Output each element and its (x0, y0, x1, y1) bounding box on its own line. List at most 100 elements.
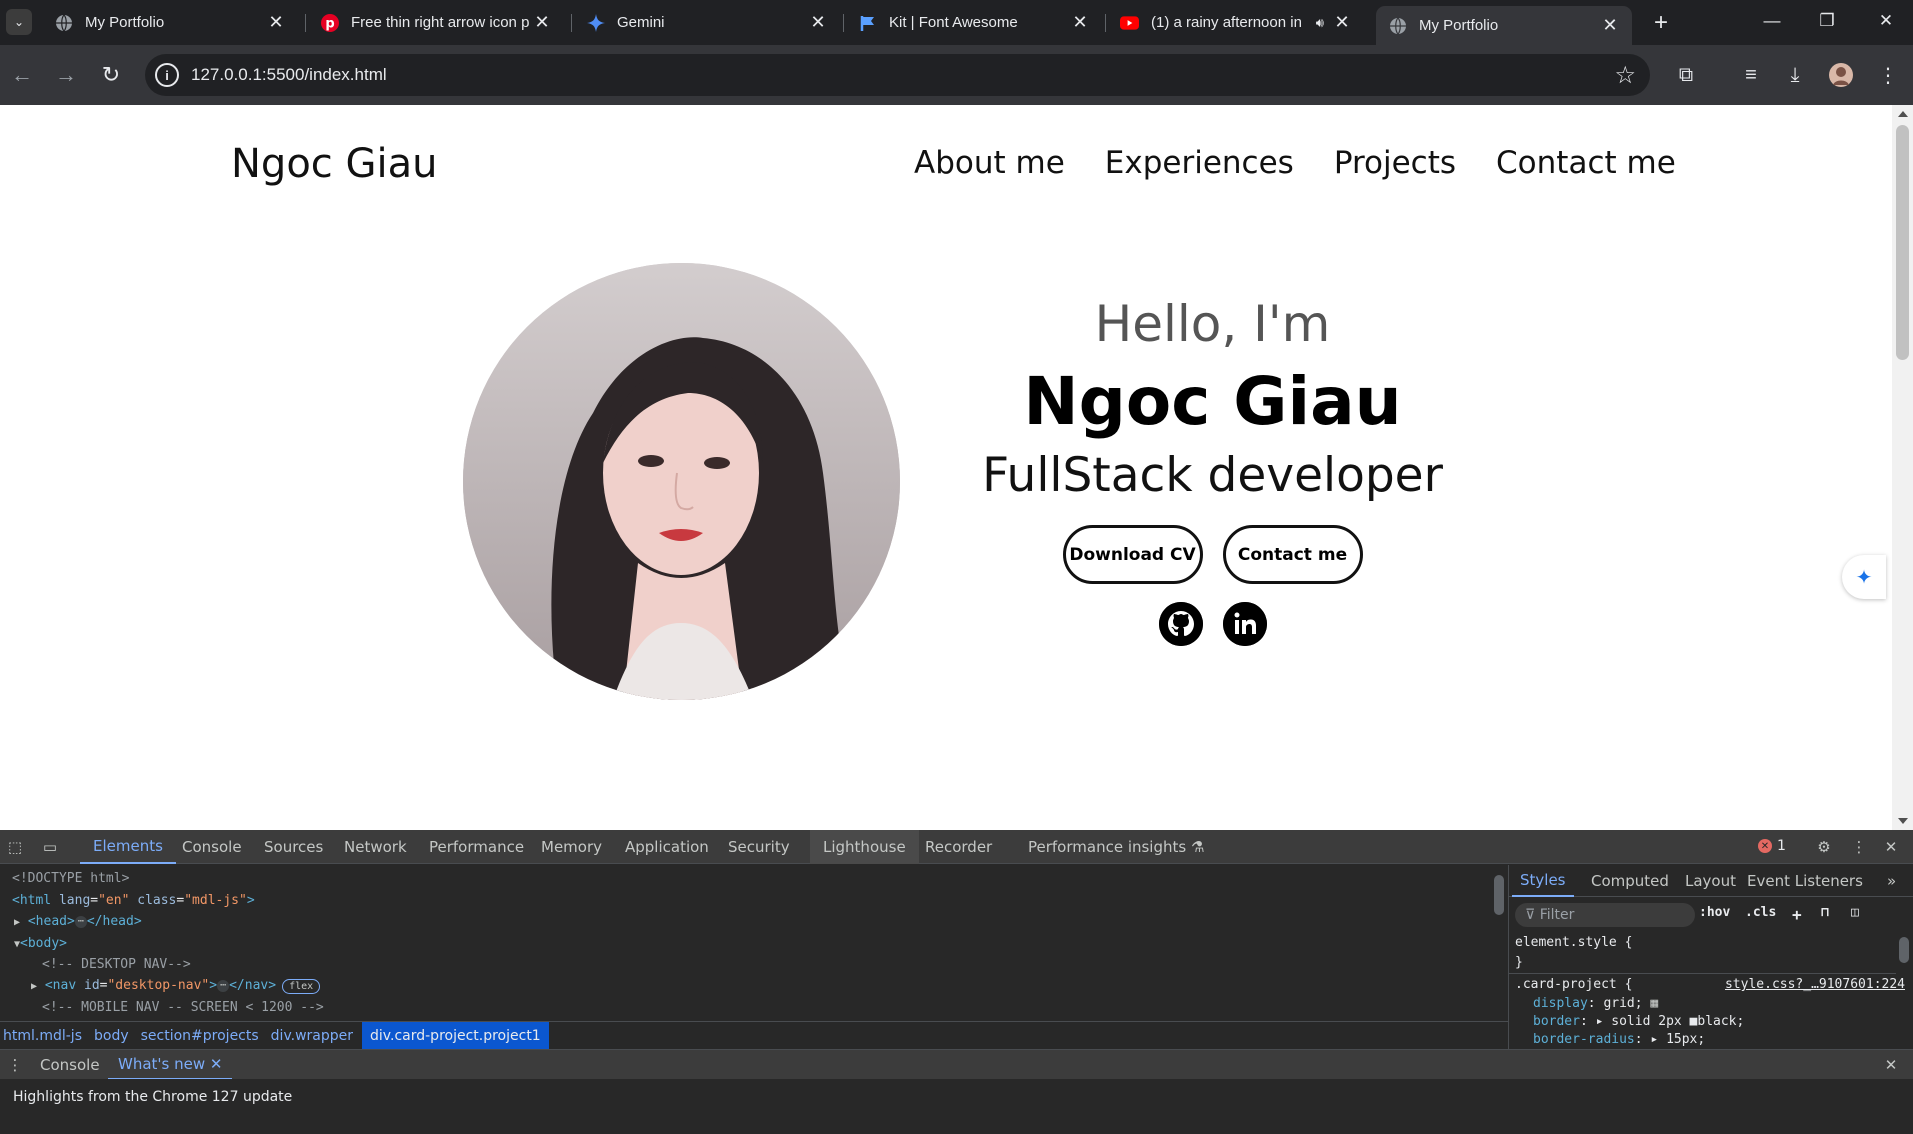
new-tab-button[interactable]: + (1646, 8, 1676, 38)
nav-link-about[interactable]: About me (914, 145, 1065, 181)
css-selector[interactable]: .card-project { (1515, 977, 1632, 992)
close-tab-icon[interactable]: ✕ (266, 12, 286, 33)
hov-toggle[interactable]: :hov (1699, 905, 1730, 920)
dom-node-body[interactable]: ▼<body> (14, 936, 67, 951)
tab-elements[interactable]: Elements (80, 830, 176, 864)
more-tabs-icon[interactable]: » (1879, 865, 1904, 897)
url-text[interactable]: 127.0.0.1:5500/index.html (191, 65, 387, 85)
close-tab-icon[interactable]: ✕ (1332, 12, 1352, 33)
page-scrollbar[interactable] (1892, 105, 1913, 830)
tab-my-portfolio-1[interactable]: My Portfolio ✕ (42, 6, 298, 39)
devtools-tabbar: ⬚ ▭ Elements Console Sources Network Per… (0, 830, 1913, 864)
nav-link-contact[interactable]: Contact me (1496, 145, 1676, 181)
crumb-wrapper[interactable]: div.wrapper (268, 1022, 362, 1050)
cls-toggle[interactable]: .cls (1745, 905, 1776, 920)
tab-youtube[interactable]: (1) a rainy afternoon in 🔊︎ ✕ (1108, 6, 1364, 39)
forward-button[interactable]: → (50, 59, 82, 91)
restore-button[interactable]: ❐ (1807, 6, 1847, 36)
css-rule-display[interactable]: display: grid; ▦ (1533, 996, 1658, 1011)
tab-lighthouse[interactable]: Lighthouse (810, 830, 919, 864)
crumb-card-project[interactable]: div.card-project.project1 (362, 1021, 549, 1050)
grid-editor-icon[interactable]: ▦ (1650, 996, 1658, 1011)
nav-link-experiences[interactable]: Experiences (1105, 145, 1294, 181)
download-cv-button[interactable]: Download CV (1062, 525, 1203, 584)
css-rule-border-radius[interactable]: border-radius: ▸ 15px; (1533, 1032, 1705, 1047)
dom-comment-desktop[interactable]: <!-- DESKTOP NAV--> (42, 957, 191, 972)
tab-styles[interactable]: Styles (1512, 865, 1574, 897)
info-icon[interactable]: i (155, 63, 179, 87)
tab-application[interactable]: Application (612, 830, 722, 864)
floating-extension-button[interactable]: ✦ (1842, 555, 1886, 599)
bookmark-star-icon[interactable]: ☆ (1614, 61, 1636, 90)
drawer-tab-whats-new[interactable]: What's new ✕ (108, 1050, 233, 1080)
tab-recorder[interactable]: Recorder (912, 830, 1005, 864)
close-icon[interactable]: ✕ (210, 1055, 223, 1073)
tab-search-button[interactable]: ⌄ (6, 9, 32, 35)
nav-link-projects[interactable]: Projects (1334, 145, 1456, 181)
tab-network[interactable]: Network (331, 830, 420, 864)
close-tab-icon[interactable]: ✕ (532, 12, 552, 33)
settings-gear-icon[interactable]: ⚙ (1814, 837, 1834, 857)
address-bar[interactable]: i 127.0.0.1:5500/index.html ☆ (145, 54, 1650, 96)
paint-icon[interactable]: ⊓ (1821, 905, 1829, 920)
device-toolbar-icon[interactable]: ▭ (40, 837, 60, 857)
close-tab-icon[interactable]: ✕ (1070, 12, 1090, 33)
tab-console[interactable]: Console (169, 830, 255, 864)
site-logo[interactable]: Ngoc Giau (231, 141, 437, 187)
devtools-menu-icon[interactable]: ⋮ (1849, 837, 1869, 857)
downloads-button[interactable]: ⤓ (1779, 59, 1811, 91)
flex-badge[interactable]: flex (282, 979, 321, 994)
close-tab-icon[interactable]: ✕ (1600, 15, 1620, 36)
dom-comment-mobile[interactable]: <!-- MOBILE NAV -- SCREEN < 1200 --> (42, 1000, 324, 1015)
tab-security[interactable]: Security (715, 830, 803, 864)
close-drawer-icon[interactable]: ✕ (1881, 1055, 1901, 1075)
dom-node-head[interactable]: ▶ <head> ⋯ </head> (14, 914, 142, 929)
dom-node-html[interactable]: <html lang="en" class="mdl-js"> (12, 893, 255, 908)
reload-button[interactable]: ↻ (95, 59, 127, 91)
media-controls-button[interactable]: ≡ (1735, 59, 1767, 91)
tab-event-listeners[interactable]: Event Listeners (1739, 865, 1871, 897)
close-window-button[interactable]: ✕ (1866, 6, 1906, 36)
tab-performance-insights[interactable]: Performance insights ⚗ (1015, 830, 1217, 864)
speaker-icon[interactable]: 🔊︎ (1316, 15, 1324, 31)
close-tab-icon[interactable]: ✕ (808, 12, 828, 33)
back-button[interactable]: ← (6, 59, 38, 91)
stylesheet-link[interactable]: style.css?_…9107601:224 (1725, 977, 1905, 992)
css-rule-border[interactable]: border: ▸ solid 2px ■black; (1533, 1014, 1744, 1029)
styles-filter-input[interactable]: ⊽ Filter (1515, 903, 1695, 927)
elements-scrollbar[interactable] (1490, 865, 1508, 1021)
contact-me-button[interactable]: Contact me (1222, 525, 1363, 584)
tab-font-awesome[interactable]: Kit | Font Awesome ✕ (846, 6, 1102, 39)
tab-my-portfolio-active[interactable]: My Portfolio ✕ (1376, 6, 1632, 45)
dom-node-doctype[interactable]: <!DOCTYPE html> (12, 871, 129, 886)
minimize-button[interactable]: — (1752, 6, 1792, 36)
close-devtools-icon[interactable]: ✕ (1881, 837, 1901, 857)
styles-scrollbar[interactable] (1895, 927, 1913, 1049)
extensions-button[interactable]: ⧉ (1670, 59, 1702, 91)
tab-memory[interactable]: Memory (528, 830, 615, 864)
drawer-tab-console[interactable]: Console (30, 1050, 110, 1080)
new-rule-icon[interactable]: + (1792, 905, 1802, 924)
linkedin-icon[interactable] (1222, 602, 1267, 646)
scrollbar-thumb[interactable] (1896, 125, 1909, 360)
tab-computed[interactable]: Computed (1583, 865, 1677, 897)
profile-avatar[interactable] (1825, 59, 1857, 91)
crumb-html[interactable]: html.mdl-js (0, 1022, 91, 1050)
hero-role: FullStack developer (982, 448, 1443, 503)
error-count: 1 (1777, 838, 1786, 854)
drawer-menu-icon[interactable]: ⋮ (5, 1055, 25, 1075)
chrome-menu-button[interactable]: ⋮ (1872, 59, 1904, 91)
crumb-section[interactable]: section#projects (138, 1022, 268, 1050)
toggle-sidebar-icon[interactable]: ◫ (1851, 905, 1859, 920)
dom-node-desktop-nav[interactable]: ▶ <nav id="desktop-nav"> ⋯ </nav> flex (31, 978, 321, 994)
tab-layout[interactable]: Layout (1677, 865, 1744, 897)
inspect-element-icon[interactable]: ⬚ (5, 837, 25, 857)
tab-pinterest[interactable]: p Free thin right arrow icon p ✕ (308, 6, 564, 39)
error-count-badge[interactable]: ✕ 1 (1758, 838, 1786, 854)
github-icon[interactable] (1158, 602, 1203, 646)
tab-sources[interactable]: Sources (251, 830, 336, 864)
tab-gemini[interactable]: Gemini ✕ (574, 6, 840, 39)
element-style-rule[interactable]: element.style { (1515, 935, 1632, 950)
crumb-body[interactable]: body (91, 1022, 138, 1050)
tab-performance[interactable]: Performance (416, 830, 537, 864)
